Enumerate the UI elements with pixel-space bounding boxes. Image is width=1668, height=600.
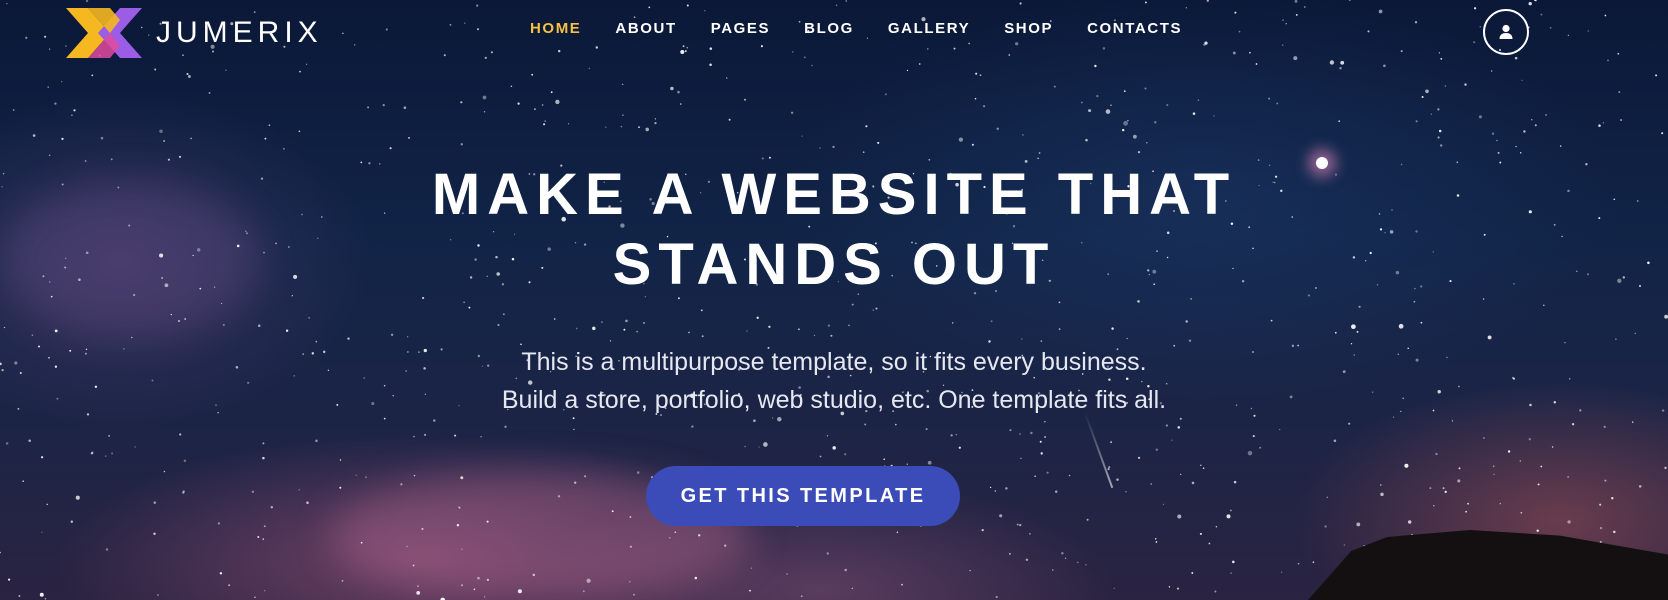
account-button[interactable] (1483, 9, 1529, 55)
hero-headline-line: MAKE A WEBSITE THAT (431, 162, 1237, 227)
hero-subtitle-line: This is a multipurpose template, so it f… (521, 348, 1147, 376)
get-template-button[interactable]: GET THIS TEMPLATE (646, 466, 960, 526)
brand-name: JUMERIX (156, 16, 323, 49)
logo-mark-icon (66, 8, 142, 58)
nav-item-about[interactable]: ABOUT (615, 20, 676, 37)
nav-item-shop[interactable]: SHOP (1004, 20, 1053, 37)
brand-logo[interactable]: JUMERIX (66, 8, 323, 58)
nav-item-blog[interactable]: BLOG (804, 20, 854, 37)
main-nav: HOME ABOUT PAGES BLOG GALLERY SHOP CONTA… (530, 20, 1216, 37)
hero-subtitle: This is a multipurpose template, so it f… (0, 343, 1668, 419)
hero-subtitle-line: Build a store, portfolio, web studio, et… (501, 386, 1167, 414)
nav-item-gallery[interactable]: GALLERY (888, 20, 970, 37)
nav-item-contacts[interactable]: CONTACTS (1087, 20, 1182, 37)
hero-headline-line: STANDS OUT (612, 232, 1056, 297)
nav-item-pages[interactable]: PAGES (711, 20, 770, 37)
hero-headline: MAKE A WEBSITE THAT STANDS OUT (0, 160, 1668, 300)
user-icon (1499, 24, 1513, 39)
nav-item-home[interactable]: HOME (530, 20, 581, 37)
